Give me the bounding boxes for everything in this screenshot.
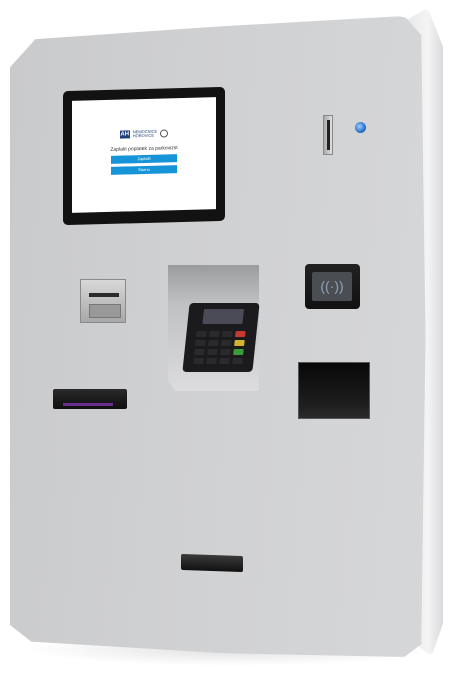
seal-icon bbox=[160, 129, 169, 138]
contactless-icon: ((·)) bbox=[312, 272, 352, 301]
touchscreen[interactable]: AH NEMOCNICE HOŘOVICE Zaplatit poplatek … bbox=[72, 97, 216, 213]
cancel-button[interactable]: Storno bbox=[111, 165, 177, 175]
pinpad-display bbox=[202, 309, 244, 324]
card-insert-slot[interactable] bbox=[323, 115, 333, 155]
pinpad-keys[interactable] bbox=[193, 331, 246, 364]
pay-button[interactable]: Zaplatit bbox=[111, 154, 177, 164]
banknote-acceptor-slot[interactable] bbox=[53, 389, 127, 409]
receipt-printer-module bbox=[80, 279, 126, 323]
hospital-logo: AH NEMOCNICE HOŘOVICE bbox=[72, 127, 216, 141]
logo-mark: AH bbox=[119, 130, 130, 139]
touchscreen-bezel: AH NEMOCNICE HOŘOVICE Zaplatit poplatek … bbox=[63, 86, 225, 226]
status-led-icon bbox=[355, 122, 366, 133]
logo-text: NEMOCNICE HOŘOVICE bbox=[132, 128, 158, 139]
contactless-card-reader[interactable]: ((·)) bbox=[305, 264, 360, 309]
pin-pad[interactable] bbox=[182, 303, 260, 372]
coin-insert-slot[interactable] bbox=[181, 553, 243, 573]
coin-return-tray[interactable] bbox=[298, 362, 370, 419]
screen-prompt: Zaplatit poplatek za parkovizst bbox=[110, 145, 178, 153]
